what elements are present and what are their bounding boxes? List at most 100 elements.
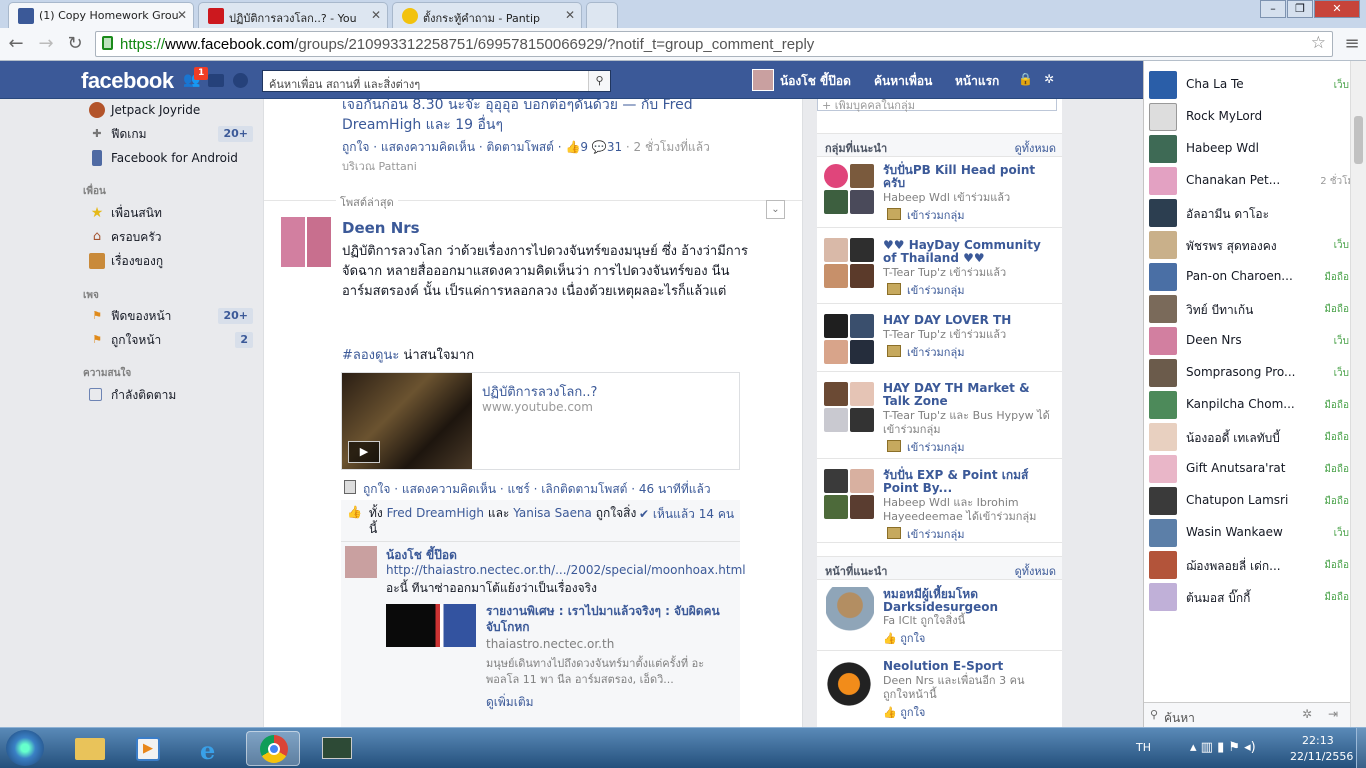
chrome-taskbar-button[interactable] bbox=[246, 731, 300, 766]
chat-friend[interactable]: Rock MyLord bbox=[1149, 101, 1359, 133]
page-name[interactable]: หมอหมีผู้เหี้ยมโหด Darksidesurgeon bbox=[883, 588, 1053, 614]
chat-friend[interactable]: Cha La Te เว็บ bbox=[1149, 69, 1359, 101]
reload-icon[interactable]: ↻ bbox=[63, 33, 87, 54]
minimize-button[interactable]: – bbox=[1260, 0, 1286, 18]
avatar[interactable] bbox=[281, 217, 331, 267]
group-name[interactable]: ♥♥ HayDay Community of Thailand ♥♥ bbox=[883, 239, 1053, 265]
link-preview[interactable]: ▶ ปฏิบัติการลวงโลก..? www.youtube.com bbox=[341, 372, 740, 470]
suggested-group[interactable]: รับปั่น EXP & Point เกมส์ Point By... Ha… bbox=[817, 461, 1062, 543]
address-bar[interactable]: https://www.facebook.com/groups/21099331… bbox=[95, 31, 1333, 57]
suggested-page[interactable]: Neolution E-Sport Deen Nrs และเพื่อนอีก … bbox=[817, 653, 1062, 727]
group-name[interactable]: รับปั่น EXP & Point เกมส์ Point By... bbox=[883, 469, 1053, 495]
post-options-chevron-icon[interactable]: ⌄ bbox=[766, 200, 785, 219]
close-tab-icon[interactable]: ✕ bbox=[371, 8, 381, 22]
bookmark-star-icon[interactable]: ☆ bbox=[1311, 33, 1326, 53]
suggested-page[interactable]: หมอหมีผู้เหี้ยมโหด Darksidesurgeon Fa IC… bbox=[817, 581, 1062, 651]
like-page-button[interactable]: 👍 ถูกใจ bbox=[883, 703, 925, 721]
chat-friend[interactable]: พัชรพร สุดทองคง เว็บ bbox=[1149, 229, 1359, 261]
chat-search-input[interactable]: ค้นหา bbox=[1164, 709, 1195, 728]
language-indicator[interactable]: TH bbox=[1136, 741, 1151, 754]
sidebar-item-android[interactable]: Facebook for Android bbox=[89, 148, 255, 168]
chat-friend[interactable]: Deen Nrs เว็บ bbox=[1149, 325, 1359, 357]
close-window-button[interactable]: ✕ bbox=[1314, 0, 1360, 18]
chat-friend[interactable]: Pan-on Charoen... มือถือ bbox=[1149, 261, 1359, 293]
browser-tab-facebook[interactable]: (1) Copy Homework Grou ✕ bbox=[8, 2, 194, 28]
tray-icons[interactable]: ▴ ▥ ▮ ⚑ ◂) bbox=[1190, 740, 1256, 755]
join-group-button[interactable]: เข้าร่วมกลุ่ม bbox=[887, 343, 964, 361]
home-link[interactable]: หน้าแรก bbox=[955, 72, 999, 91]
browser-tab-youtube[interactable]: ปฏิบัติการลวงโลก..? - You ✕ bbox=[198, 2, 388, 28]
join-group-button[interactable]: เข้าร่วมกลุ่ม bbox=[887, 206, 964, 224]
back-icon[interactable]: ← bbox=[4, 33, 28, 54]
notifications-globe-icon[interactable] bbox=[233, 73, 248, 88]
scrollbar-thumb[interactable] bbox=[1354, 116, 1363, 164]
play-icon[interactable]: ▶ bbox=[348, 441, 380, 463]
app-taskbar-button[interactable] bbox=[310, 731, 364, 766]
chat-friend[interactable]: Habeep Wdl bbox=[1149, 133, 1359, 165]
show-desktop-button[interactable] bbox=[1356, 728, 1366, 768]
group-name[interactable]: HAY DAY TH Market & Talk Zone bbox=[883, 382, 1053, 408]
facebook-logo[interactable]: facebook bbox=[81, 68, 174, 94]
like-page-button[interactable]: 👍 ถูกใจ bbox=[883, 629, 925, 647]
prev-like-count[interactable]: 9 bbox=[580, 140, 588, 154]
avatar[interactable] bbox=[345, 546, 377, 578]
hashtag-link[interactable]: #ลองดูนะ bbox=[342, 348, 399, 363]
chat-friend[interactable]: Kanpilcha Chom... มือถือ bbox=[1149, 389, 1359, 421]
messages-icon[interactable] bbox=[208, 74, 224, 87]
clock-date[interactable]: 22/11/2556 bbox=[1290, 750, 1353, 763]
chat-friend[interactable]: ต้นมอส บิ๊กกี้ มือถือ bbox=[1149, 581, 1359, 613]
chat-friend[interactable]: Somprasong Pro... เว็บ bbox=[1149, 357, 1359, 389]
prev-comment-count[interactable]: 31 bbox=[607, 140, 622, 154]
sidebar-item-family[interactable]: ⌂ ครอบครัว bbox=[89, 227, 255, 247]
join-group-button[interactable]: เข้าร่วมกลุ่ม bbox=[887, 525, 964, 543]
sidebar-item-pages-feed[interactable]: ⚑ ฟีดของหน้า 20+ bbox=[89, 306, 255, 326]
group-name[interactable]: รับปั่นPB Kill Head point ครับ bbox=[883, 164, 1053, 190]
post-author[interactable]: Deen Nrs bbox=[342, 219, 420, 237]
join-group-button[interactable]: เข้าร่วมกลุ่ม bbox=[887, 438, 964, 456]
privacy-shortcuts-icon[interactable]: 🔒 bbox=[1018, 72, 1033, 86]
forward-icon[interactable]: → bbox=[34, 33, 58, 54]
chat-popout-icon[interactable]: ⇥ bbox=[1328, 707, 1338, 721]
find-friends-link[interactable]: ค้นหาเพื่อน bbox=[874, 72, 932, 91]
link-title[interactable]: ปฏิบัติการลวงโลก..? bbox=[482, 381, 597, 402]
liker-link[interactable]: Fred DreamHigh bbox=[387, 506, 484, 520]
ie-taskbar-button[interactable]: e bbox=[186, 731, 240, 766]
suggested-group[interactable]: ♥♥ HayDay Community of Thailand ♥♥ T-Tea… bbox=[817, 230, 1062, 304]
chat-scrollbar[interactable] bbox=[1350, 61, 1366, 727]
suggested-group[interactable]: HAY DAY TH Market & Talk Zone T-Tear Tup… bbox=[817, 374, 1062, 459]
avatar[interactable] bbox=[752, 69, 774, 91]
fb-search-input[interactable]: ค้นหาเพื่อน สถานที่ และสิ่งต่างๆ ⚲ bbox=[262, 70, 611, 92]
start-button[interactable] bbox=[6, 730, 44, 766]
sidebar-item-close-friends[interactable]: ★ เพื่อนสนิท bbox=[89, 203, 255, 223]
sidebar-item-like-pages[interactable]: ⚑ ถูกใจหน้า 2 bbox=[89, 330, 255, 350]
media-player-taskbar-button[interactable]: ▶ bbox=[122, 731, 176, 766]
suggested-group[interactable]: รับปั่นPB Kill Head point ครับ Habeep Wd… bbox=[817, 158, 1062, 228]
sidebar-item-following[interactable]: กำลังติดตาม bbox=[89, 385, 255, 405]
see-all-link[interactable]: ดูทั้งหมด bbox=[1015, 139, 1056, 157]
suggested-group[interactable]: HAY DAY LOVER TH T-Tear Tup'z เข้าร่วมแล… bbox=[817, 306, 1062, 372]
page-name[interactable]: Neolution E-Sport bbox=[883, 660, 1053, 673]
chat-friend[interactable]: วิทย์ บีทาเก้น มือถือ bbox=[1149, 293, 1359, 325]
chat-friend[interactable]: ฌ้องพลอยลี่ เด่ก... มือถือ bbox=[1149, 549, 1359, 581]
liker-link[interactable]: Yanisa Saena bbox=[513, 506, 592, 520]
see-all-link[interactable]: ดูทั้งหมด bbox=[1015, 562, 1056, 580]
browser-tab-pantip[interactable]: ตั้งกระทู้คำถาม - Pantip ✕ bbox=[392, 2, 582, 28]
explorer-taskbar-button[interactable] bbox=[63, 731, 117, 766]
maximize-button[interactable]: ❐ bbox=[1287, 0, 1313, 18]
comment-link[interactable]: http://thaiastro.nectec.or.th/.../2002/s… bbox=[386, 563, 746, 577]
sidebar-item-my-list[interactable]: เรื่องของกู bbox=[89, 251, 255, 271]
chat-friend[interactable]: Chanakan Pet... 2 ชั่วโมง bbox=[1149, 165, 1359, 197]
profile-link[interactable]: น้องโช ขี้ป๊อด bbox=[780, 72, 851, 91]
sidebar-item-games-feed[interactable]: ✚ ฟีดเกม 20+ bbox=[89, 124, 255, 144]
post-actions[interactable]: ถูกใจ · แสดงความคิดเห็น · แชร์ · เลิกติด… bbox=[363, 480, 711, 499]
shared-link-title[interactable]: รายงานพิเศษ : เราไปมาแล้วจริงๆ : จับผิดค… bbox=[486, 603, 731, 635]
chat-friend[interactable]: Wasin Wankaew เว็บ bbox=[1149, 517, 1359, 549]
prev-actions-links[interactable]: ถูกใจ · แสดงความคิดเห็น · ติดตามโพสต์ · bbox=[342, 140, 562, 154]
see-more-link[interactable]: ดูเพิ่มเติม bbox=[486, 693, 534, 712]
sidebar-item-jetpack[interactable]: Jetpack Joyride bbox=[89, 100, 255, 120]
chat-friend[interactable]: Chatupon Lamsri มือถือ bbox=[1149, 485, 1359, 517]
shared-link-thumbnail[interactable] bbox=[386, 604, 476, 647]
chat-friend[interactable]: Gift Anutsara'rat มือถือ bbox=[1149, 453, 1359, 485]
add-people-input[interactable]: + เพิ่มบุคคลในกลุ่ม bbox=[817, 99, 1057, 112]
seen-by[interactable]: ✔ เห็นแล้ว 14 คน bbox=[639, 505, 734, 524]
